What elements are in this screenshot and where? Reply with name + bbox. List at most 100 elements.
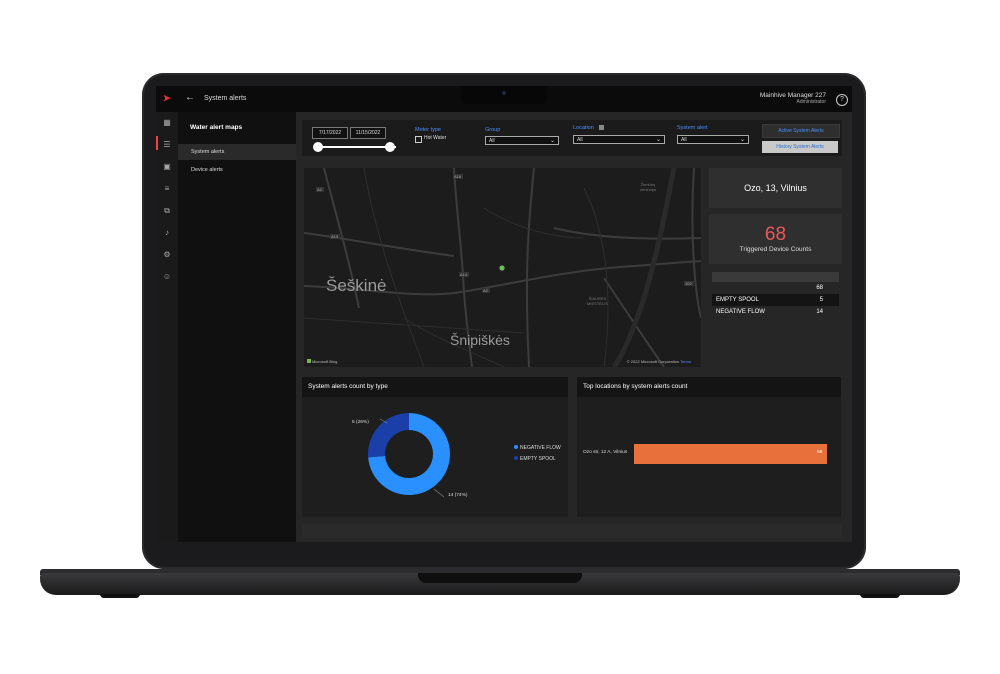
user-role: Administrator [796, 99, 826, 105]
table-row: NEGATIVE FLOW 14 [712, 306, 839, 318]
screen: ➤ ← System alerts Mainhive Manager 227 A… [156, 86, 852, 542]
chevron-down-icon: ⌄ [549, 138, 555, 144]
rail-active-indicator [156, 136, 158, 150]
meter-type-label: Meter type [415, 127, 441, 133]
kpi-card: 68 Triggered Device Counts [709, 214, 842, 264]
map-label-zirmunai: Žirmūnų seniūnija [640, 182, 656, 192]
bar-value-label: 68 [817, 450, 823, 455]
microsoft-logo-icon [307, 359, 311, 363]
bell-icon[interactable]: ♪ [162, 228, 172, 238]
group-select[interactable]: All ⌄ [485, 136, 559, 145]
map-attribution-text: Microsoft Bing [312, 359, 338, 364]
nav-panel: Water alert maps System alerts Device al… [178, 112, 296, 542]
laptop-foot [100, 594, 140, 598]
main-content: 7/17/2022 11/15/2022 Meter type Hot Wate… [296, 112, 852, 542]
pie-chart-panel: System alerts count by type 5 (26%) 14 (… [302, 377, 568, 517]
group-label: Group [485, 127, 501, 133]
map-attribution-right: © 2022 Microsoft Corporation Terms [627, 359, 691, 364]
active-system-alerts-button[interactable]: Active System Alerts [762, 124, 840, 138]
kpi-value: 68 [764, 224, 787, 245]
bar-chart-title: Top locations by system alerts count [577, 377, 841, 397]
laptop-base-notch [418, 573, 582, 583]
pie-chart-title: System alerts count by type [302, 377, 568, 397]
chevron-down-icon: ⌄ [655, 137, 661, 143]
table-header [712, 272, 839, 282]
map-label-snipiskes: Šnipiškės [450, 332, 510, 348]
table-cell-value: 14 [816, 309, 823, 315]
alert-map[interactable]: A2 A16 A13 A14 A2 102 Šeškinė Šnipiškės … [304, 168, 701, 367]
table-cell-value: 68 [816, 285, 823, 291]
donut-slice-empty-spool[interactable] [368, 413, 409, 458]
filter-bar: 7/17/2022 11/15/2022 Meter type Hot Wate… [302, 120, 842, 156]
menu-icon[interactable]: ≡ [162, 184, 172, 194]
date-to-input[interactable]: 11/15/2022 [350, 127, 386, 139]
legend-dot [514, 456, 518, 460]
legend-label: EMPTY SPOOL [520, 456, 556, 462]
table-cell-name: EMPTY SPOOL [716, 297, 759, 303]
list-icon[interactable]: ☰ [162, 140, 172, 150]
table-row: EMPTY SPOOL 5 [712, 294, 839, 306]
svg-text:A13: A13 [331, 234, 339, 239]
legend-item-empty-spool[interactable]: EMPTY SPOOL [514, 456, 556, 462]
laptop-foot [860, 594, 900, 598]
settings-icon[interactable]: ⚙ [162, 250, 172, 260]
table-cell-value: 5 [819, 297, 823, 303]
hot-water-checkbox[interactable] [415, 136, 422, 143]
help-icon[interactable]: ? [836, 94, 848, 106]
chevron-down-icon: ⌄ [739, 137, 745, 143]
bottom-strip [302, 524, 842, 538]
location-select-value: All [577, 137, 583, 143]
legend-item-negative-flow[interactable]: NEGATIVE FLOW [514, 445, 561, 451]
bar[interactable] [634, 444, 827, 464]
nav-item-system-alerts[interactable]: System alerts [178, 144, 296, 160]
camera-notch [461, 86, 547, 104]
location-label-text: Location [573, 125, 594, 131]
slider-end-handle[interactable] [385, 142, 395, 152]
legend-label: NEGATIVE FLOW [520, 445, 561, 451]
map-terms-link[interactable]: Terms [680, 359, 691, 364]
camera-icon [502, 91, 506, 95]
kpi-label: Triggered Device Counts [739, 246, 812, 253]
map-label-seskine: Šeškinė [326, 276, 387, 295]
devices-icon[interactable]: ⧉ [162, 206, 172, 216]
donut-label-negative-flow: 14 (74%) [448, 493, 468, 498]
bar-category-label: Ozo str, 12 A, Vilnius [583, 450, 628, 455]
user-name: Mainhive Manager 227 [759, 92, 826, 99]
history-system-alerts-button[interactable]: History System Alerts [762, 141, 838, 153]
location-select[interactable]: All ⌄ [573, 135, 665, 144]
svg-text:A2: A2 [483, 288, 489, 293]
map-attribution-left: Microsoft Bing [307, 359, 337, 364]
svg-text:102: 102 [685, 281, 692, 286]
slider-start-handle[interactable] [313, 142, 323, 152]
table-cell-name: NEGATIVE FLOW [716, 309, 765, 315]
system-alert-select-value: All [681, 137, 687, 143]
image-icon[interactable]: ▣ [162, 162, 172, 172]
dashboard-icon[interactable]: ▦ [162, 118, 172, 128]
location-label: Location [573, 125, 605, 131]
donut-leader-line [433, 488, 445, 498]
eraser-icon[interactable] [599, 125, 605, 131]
bar-chart-panel: Top locations by system alerts count Ozo… [577, 377, 841, 517]
svg-text:A14: A14 [460, 272, 468, 277]
group-select-value: All [489, 138, 495, 144]
nav-item-device-alerts[interactable]: Device alerts [178, 162, 296, 178]
map-copyright: © 2022 Microsoft Corporation [626, 359, 680, 364]
date-from-input[interactable]: 7/17/2022 [312, 127, 348, 139]
icon-rail: ▦ ☰ ▣ ≡ ⧉ ♪ ⚙ ☺ [156, 112, 178, 542]
system-alert-label: System alert [677, 125, 708, 131]
app-logo: ➤ [163, 93, 171, 103]
nav-heading: Water alert maps [190, 124, 243, 131]
alert-count-table: 68 EMPTY SPOOL 5 NEGATIVE FLOW 14 [712, 272, 839, 318]
hot-water-label: Hot Water [424, 135, 447, 141]
back-button[interactable]: ← [185, 92, 195, 103]
user-info[interactable]: Mainhive Manager 227 Administrator [760, 92, 826, 106]
map-label-siaures-miestelis: ŠIAURĖS MIESTELIS [587, 296, 608, 306]
system-alert-select[interactable]: All ⌄ [677, 135, 749, 144]
user-icon[interactable]: ☺ [162, 272, 172, 282]
arrow-left-icon: ← [185, 92, 195, 103]
donut-label-empty-spool: 5 (26%) [352, 420, 369, 425]
svg-text:A16: A16 [454, 174, 462, 179]
svg-text:A2: A2 [317, 187, 323, 192]
table-row: 68 [712, 282, 839, 294]
location-card: Ozo, 13, Vilnius [709, 168, 842, 208]
